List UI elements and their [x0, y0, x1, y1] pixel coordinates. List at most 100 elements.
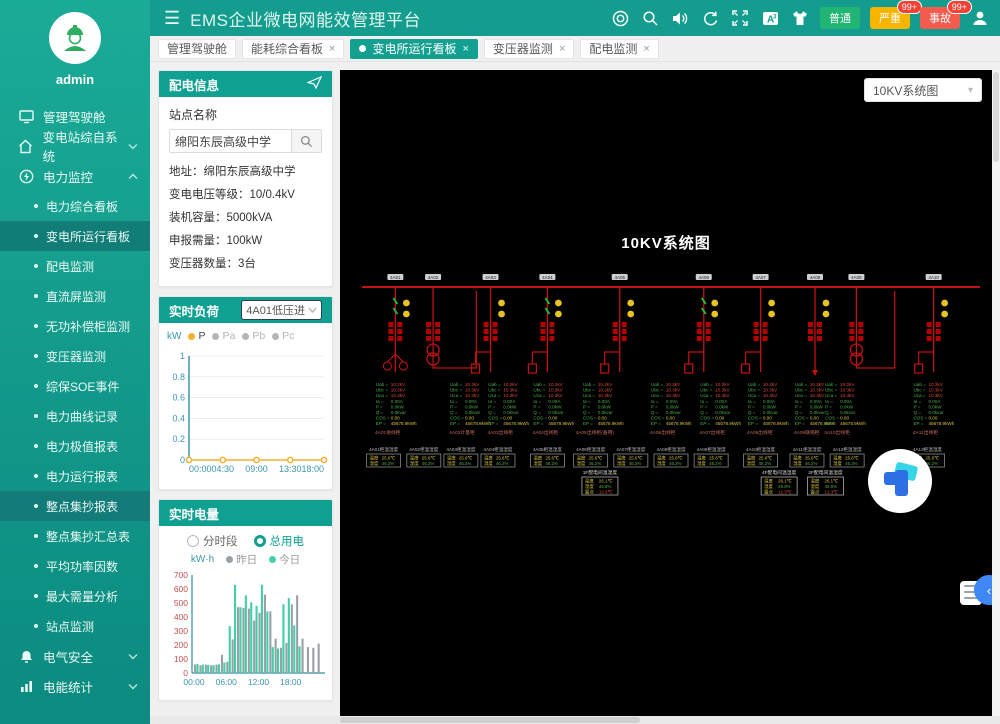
sidebar-item[interactable]: 电力综合看板	[0, 191, 150, 221]
svg-text:300: 300	[174, 626, 188, 636]
info-value: 5000kVA	[227, 212, 273, 224]
svg-text:0.00A: 0.00A	[840, 399, 853, 404]
avatar[interactable]	[49, 12, 101, 64]
sidebar-item[interactable]: 电能统计	[0, 671, 150, 701]
vertical-scrollbar[interactable]	[992, 70, 1000, 716]
volume-icon[interactable]	[670, 8, 690, 28]
close-icon[interactable]: ×	[559, 43, 565, 55]
menu-toggle-icon[interactable]: ☰	[164, 8, 180, 29]
load-line-chart[interactable]: 00.20.40.60.8100:0004:3009:0013:3018:00	[159, 342, 330, 484]
svg-text:Q =: Q =	[583, 410, 591, 415]
close-icon[interactable]: ×	[462, 43, 468, 55]
diagram-select[interactable]: 10KV系统图 ▾	[864, 78, 982, 102]
svg-text:湿度: 湿度	[577, 460, 586, 467]
distribution-info-title: 配电信息	[169, 75, 219, 94]
svg-text:10.2kV: 10.2kV	[548, 382, 563, 387]
svg-text:EP =: EP =	[795, 421, 805, 426]
radio-总用电[interactable]: 总用电	[254, 533, 305, 549]
svg-text:Uca =: Uca =	[376, 393, 388, 398]
sidebar: admin 管理驾驶舱变电站综自系统电力监控电力综合看板变电所运行看板配电监测直…	[0, 0, 150, 724]
sidebar-item-label: 变电站综自系统	[43, 127, 129, 165]
svg-text:46.2%: 46.2%	[629, 461, 642, 466]
feeder-select[interactable]: 4A01低压进	[241, 300, 322, 320]
tab-active[interactable]: 变电所运行看板×	[350, 39, 477, 59]
legend-item-P[interactable]: P	[188, 330, 205, 342]
svg-text:45678.9kWh: 45678.9kWh	[715, 421, 741, 426]
svg-text:Ia =: Ia =	[450, 399, 458, 404]
svg-text:4A10出线柜: 4A10出线柜	[824, 429, 850, 436]
info-label: 变压器数量：	[169, 258, 238, 270]
svg-text:46.2%: 46.2%	[382, 461, 395, 466]
theme-icon[interactable]	[790, 8, 810, 28]
sidebar-item[interactable]: 变电站综自系统	[0, 131, 150, 161]
svg-text:10.3kV: 10.3kV	[928, 388, 943, 393]
sidebar-item[interactable]: 配电监测	[0, 251, 150, 281]
tab-item[interactable]: 配电监测×	[580, 39, 658, 59]
send-icon[interactable]	[307, 76, 322, 92]
svg-text:45678.9kWh: 45678.9kWh	[763, 421, 789, 426]
svg-text:P =: P =	[651, 404, 658, 409]
sidebar-item[interactable]: 最大需量分析	[0, 581, 150, 611]
station-search-button[interactable]	[292, 129, 322, 153]
svg-text:25.6℃: 25.6℃	[545, 456, 559, 461]
sidebar-item[interactable]: 无功补偿柜监测	[0, 311, 150, 341]
floating-widget[interactable]: ‹	[960, 575, 992, 609]
sidebar-item[interactable]: 电气安全	[0, 641, 150, 671]
legend-item-Pc[interactable]: Pc	[272, 330, 294, 342]
diagram-canvas[interactable]: 10KV系统图 10KV系统图 ▾ 4A014A024A034A044A054A…	[340, 70, 992, 716]
sidebar-item[interactable]: 电力运行报表	[0, 461, 150, 491]
search-icon[interactable]	[640, 8, 660, 28]
close-icon[interactable]: ×	[329, 43, 335, 55]
legend-item-昨日[interactable]: 昨日	[226, 552, 257, 567]
tab-item[interactable]: 变压器监测×	[484, 39, 574, 59]
sidebar-item[interactable]: 整点集抄汇总表	[0, 521, 150, 551]
sidebar-item[interactable]: 整点集抄报表	[0, 491, 150, 521]
close-icon[interactable]: ×	[643, 43, 649, 55]
refresh-icon[interactable]	[700, 8, 720, 28]
fullscreen-icon[interactable]	[730, 8, 750, 28]
radio-分时段[interactable]: 分时段	[187, 533, 238, 549]
user-icon[interactable]	[970, 8, 990, 28]
sidebar-item[interactable]: 站点监测	[0, 611, 150, 641]
legend-item-今日[interactable]: 今日	[269, 552, 300, 567]
sidebar-item[interactable]: 变压器监测	[0, 341, 150, 371]
bullet-icon	[34, 264, 38, 268]
legend-item-Pb[interactable]: Pb	[242, 330, 265, 342]
horizontal-scrollbar[interactable]	[150, 716, 1000, 724]
svg-text:Uca =: Uca =	[651, 393, 663, 398]
svg-text:湿度: 湿度	[697, 460, 706, 467]
energy-mode-radios: 分时段总用电	[159, 526, 332, 549]
svg-text:Ubc =: Ubc =	[376, 388, 388, 393]
svg-text:EP =: EP =	[376, 421, 386, 426]
svg-text:45678.9kWh: 45678.9kWh	[666, 421, 692, 426]
legend-item-Pa[interactable]: Pa	[212, 330, 235, 342]
font-size-icon[interactable]: A3	[760, 8, 780, 28]
sidebar-item[interactable]: 电力曲线记录	[0, 401, 150, 431]
svg-text:25.6℃: 25.6℃	[496, 456, 510, 461]
sidebar-item[interactable]: 电力极值报表	[0, 431, 150, 461]
svg-text:4A05出线柜(备用): 4A05出线柜(备用)	[576, 429, 615, 436]
svg-text:4A04柜温湿度: 4A04柜温湿度	[483, 446, 513, 453]
status-badge-accident[interactable]: 事故99+	[920, 7, 960, 29]
svg-text:10.3kV: 10.3kV	[503, 393, 518, 398]
svg-text:45678.9kWh: 45678.9kWh	[928, 421, 954, 426]
sidebar-item[interactable]: 综保SOE事件	[0, 371, 150, 401]
station-name-input[interactable]	[169, 129, 292, 153]
sidebar-item-label: 平均功率因数	[46, 558, 118, 575]
status-badge-severe[interactable]: 严重99+	[870, 7, 910, 29]
tab-item[interactable]: 能耗综合看板×	[242, 39, 344, 59]
chevron-down-icon	[128, 683, 138, 690]
sidebar-item[interactable]: 电力监控	[0, 161, 150, 191]
tab-item[interactable]: 管理驾驶舱	[158, 39, 236, 59]
sidebar-item[interactable]: 直流屏监测	[0, 281, 150, 311]
svg-text:Uca =: Uca =	[700, 393, 712, 398]
sidebar-item[interactable]: 平均功率因数	[0, 551, 150, 581]
energy-bar-chart[interactable]: 010020030040050060070000:0006:0012:0018:…	[159, 567, 330, 695]
svg-text:10.3kV: 10.3kV	[928, 393, 943, 398]
dashboard-icon	[18, 108, 34, 124]
svg-text:12:00: 12:00	[248, 677, 270, 687]
record-icon[interactable]	[610, 8, 630, 28]
status-badge-normal[interactable]: 普通	[820, 7, 860, 29]
sidebar-item[interactable]: 变电所运行看板	[0, 221, 150, 251]
svg-text:10.3kV: 10.3kV	[763, 393, 778, 398]
